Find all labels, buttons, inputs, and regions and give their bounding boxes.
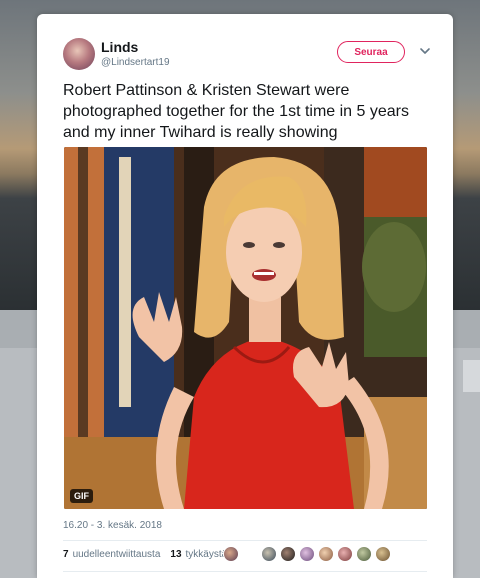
liker-avatar[interactable]: [223, 546, 239, 562]
avatar[interactable]: [63, 38, 95, 70]
liker-avatar[interactable]: [337, 546, 353, 562]
tweet-stats: 7 uudelleentwiittausta 13 tykkäystä: [63, 549, 233, 560]
chevron-down-icon[interactable]: [418, 44, 432, 58]
liker-avatar[interactable]: [299, 546, 315, 562]
divider: [63, 540, 427, 541]
gif-frame-illustration: [64, 147, 427, 509]
liker-avatar[interactable]: [318, 546, 334, 562]
display-name[interactable]: Linds: [101, 39, 138, 55]
liker-avatars: [223, 546, 391, 562]
liker-avatar[interactable]: [356, 546, 372, 562]
tweet-text: Robert Pattinson & Kristen Stewart were …: [63, 82, 409, 141]
retweets-label[interactable]: uudelleentwiittausta: [73, 549, 161, 560]
liker-avatar[interactable]: [375, 546, 391, 562]
tweet-card: Linds @Lindsertart19 Seuraa Robert Patti…: [37, 14, 453, 578]
liker-avatar[interactable]: [261, 546, 277, 562]
tweet-timestamp[interactable]: 16.20 - 3. kesäk. 2018: [63, 520, 162, 531]
follow-button[interactable]: Seuraa: [337, 41, 405, 63]
divider: [63, 571, 427, 572]
user-handle[interactable]: @Lindsertart19: [101, 57, 170, 68]
tweet-media-gif[interactable]: GIF: [64, 147, 427, 509]
retweets-count[interactable]: 7: [63, 549, 69, 560]
likes-count[interactable]: 13: [170, 549, 181, 560]
gif-badge: GIF: [70, 489, 93, 503]
side-panel-edge: [463, 360, 480, 392]
liker-avatar[interactable]: [280, 546, 296, 562]
likes-label[interactable]: tykkäystä: [186, 549, 228, 560]
